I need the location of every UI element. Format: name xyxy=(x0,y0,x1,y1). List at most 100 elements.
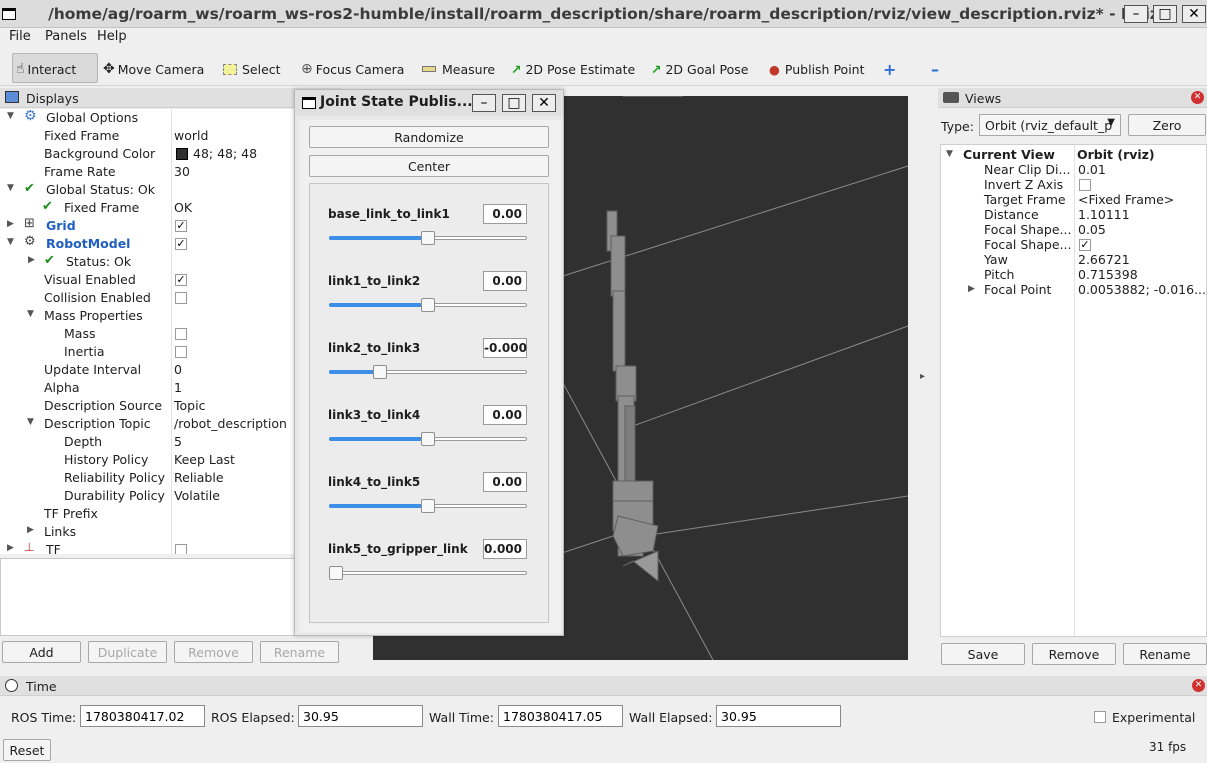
tree-row-value[interactable]: Topic xyxy=(174,398,205,413)
move-camera-tool[interactable]: ✥ Move Camera xyxy=(103,60,204,78)
goal-pose-tool[interactable]: ↗ 2D Goal Pose xyxy=(651,60,748,78)
jsp-close-button[interactable]: ✕ xyxy=(532,94,556,112)
joint-value-field[interactable]: 0.000 xyxy=(483,539,527,559)
expand-arrow-icon[interactable]: ▶ xyxy=(7,543,14,553)
duplicate-display-button[interactable]: Duplicate xyxy=(88,641,167,663)
tree-row-checkbox[interactable]: ✓ xyxy=(175,274,187,286)
jsp-minimize-button[interactable]: – xyxy=(472,94,496,112)
joint-value-field[interactable]: 0.00 xyxy=(483,271,527,291)
expand-arrow-icon[interactable]: ▶ xyxy=(27,525,34,535)
view-prop-row[interactable]: Focal Shape... 0.05 xyxy=(941,222,1206,237)
wall-time-field[interactable] xyxy=(498,705,623,727)
expand-arrow-icon[interactable]: ▶ xyxy=(968,284,975,294)
center-button[interactable]: Center xyxy=(309,155,549,177)
tree-row[interactable]: Background Color 48; 48; 48 xyxy=(0,145,296,163)
joint-value-field[interactable]: 0.00 xyxy=(483,204,527,224)
tree-row-checkbox[interactable]: ✓ xyxy=(175,220,187,232)
focus-camera-tool[interactable]: ⊕ Focus Camera xyxy=(301,60,404,78)
tree-row-value[interactable]: Reliable xyxy=(174,470,224,485)
tree-row-checkbox[interactable] xyxy=(175,346,187,358)
wall-elapsed-field[interactable] xyxy=(716,705,841,727)
view-prop-value[interactable]: 0.0053882; -0.016... xyxy=(1078,282,1206,297)
zero-button[interactable]: Zero xyxy=(1128,114,1206,136)
joint-value-field[interactable]: 0.00 xyxy=(483,405,527,425)
tree-row-value[interactable]: 5 xyxy=(174,434,182,449)
joint-value-field[interactable]: -0.000 xyxy=(483,338,527,358)
tree-row[interactable]: Visual Enabled ✓ xyxy=(0,271,296,289)
rename-display-button[interactable]: Rename xyxy=(260,641,339,663)
tree-row[interactable]: ▼ Mass Properties xyxy=(0,307,296,325)
tree-row-value[interactable]: 48; 48; 48 xyxy=(193,146,257,161)
view-prop-value[interactable]: 0.05 xyxy=(1078,222,1206,237)
experimental-checkbox[interactable] xyxy=(1094,711,1106,723)
ros-elapsed-field[interactable] xyxy=(298,705,423,727)
view-prop-checkbox[interactable] xyxy=(1079,179,1091,191)
view-prop-value[interactable]: 0.715398 xyxy=(1078,267,1206,282)
view-prop-row[interactable]: Invert Z Axis xyxy=(941,177,1206,192)
views-close-icon[interactable]: ✕ xyxy=(1191,91,1204,104)
menu-panels[interactable]: Panels xyxy=(45,29,87,44)
tree-row[interactable]: ▶ Links xyxy=(0,523,296,541)
tree-row-value[interactable]: Keep Last xyxy=(174,452,235,467)
tree-row-checkbox[interactable] xyxy=(175,328,187,340)
randomize-button[interactable]: Randomize xyxy=(309,126,549,148)
tree-row[interactable]: Alpha 1 xyxy=(0,379,296,397)
joint-slider-handle[interactable] xyxy=(421,499,435,513)
tree-row-checkbox[interactable] xyxy=(175,544,187,554)
tree-row[interactable]: ▼ ⚙ Global Options xyxy=(0,109,296,127)
tree-row-checkbox[interactable]: ✓ xyxy=(175,238,187,250)
jsp-maximize-button[interactable]: □ xyxy=(502,94,526,112)
time-close-icon[interactable]: ✕ xyxy=(1192,679,1205,692)
view-type-select[interactable]: Orbit (rviz_default_p ▼ xyxy=(979,114,1121,136)
view-prop-checkbox[interactable]: ✓ xyxy=(1079,239,1091,251)
tree-row[interactable]: ▶ ⊞ Grid ✓ xyxy=(0,216,296,235)
expand-arrow-icon[interactable]: ▼ xyxy=(946,149,953,159)
joint-slider-track[interactable] xyxy=(329,571,527,575)
tree-row[interactable]: TF Prefix xyxy=(0,505,296,523)
tree-row[interactable]: ✔ Fixed Frame OK xyxy=(0,199,296,217)
tree-row[interactable]: Fixed Frame world xyxy=(0,127,296,145)
tree-row[interactable]: Depth 5 xyxy=(0,433,296,451)
tree-row[interactable]: Mass xyxy=(0,325,296,343)
joint-slider-handle[interactable] xyxy=(421,231,435,245)
collapse-arrow-icon[interactable]: ▼ xyxy=(27,417,34,427)
maximize-button[interactable]: □ xyxy=(1153,5,1177,23)
collapse-arrow-icon[interactable]: ▼ xyxy=(7,183,14,193)
tree-row[interactable]: ▶ ✔ Status: Ok xyxy=(0,253,296,271)
close-button[interactable]: ✕ xyxy=(1182,5,1206,23)
tree-row[interactable]: Update Interval 0 xyxy=(0,361,296,379)
view-prop-row[interactable]: Yaw 2.66721 xyxy=(941,252,1206,267)
minimize-button[interactable]: – xyxy=(1124,5,1148,23)
tree-row[interactable]: Inertia xyxy=(0,343,296,361)
collapse-right-arrow-icon[interactable]: ▸ xyxy=(920,371,925,382)
tree-row[interactable]: History Policy Keep Last xyxy=(0,451,296,469)
menu-help[interactable]: Help xyxy=(97,29,127,44)
collapse-arrow-icon[interactable]: ▼ xyxy=(27,309,34,319)
view-prop-row[interactable]: Focal Shape... ✓ xyxy=(941,237,1206,252)
view-prop-row[interactable]: ▶ Focal Point 0.0053882; -0.016... xyxy=(941,282,1206,297)
tree-row-checkbox[interactable] xyxy=(175,292,187,304)
tree-row-value[interactable]: 30 xyxy=(174,164,190,179)
tree-row[interactable]: Reliability Policy Reliable xyxy=(0,469,296,487)
view-prop-value[interactable]: 1.10111 xyxy=(1078,207,1206,222)
view-prop-value[interactable]: 0.01 xyxy=(1078,162,1206,177)
tree-row[interactable]: Collision Enabled xyxy=(0,289,296,307)
tree-row-value[interactable]: /robot_description xyxy=(174,416,287,431)
joint-slider-handle[interactable] xyxy=(373,365,387,379)
joint-slider-handle[interactable] xyxy=(421,298,435,312)
joint-slider-handle[interactable] xyxy=(329,566,343,580)
view-prop-value[interactable]: <Fixed Frame> xyxy=(1078,192,1206,207)
tree-row[interactable]: ▼ ✔ Global Status: Ok xyxy=(0,181,296,199)
tree-row-value[interactable]: world xyxy=(174,128,208,143)
remove-tool-minus-icon[interactable]: – xyxy=(931,60,939,79)
rename-view-button[interactable]: Rename xyxy=(1123,643,1207,665)
tree-row-value[interactable]: Volatile xyxy=(174,488,220,503)
add-tool-plus-icon[interactable]: + xyxy=(883,60,896,79)
remove-display-button[interactable]: Remove xyxy=(174,641,253,663)
view-prop-row[interactable]: Pitch 0.715398 xyxy=(941,267,1206,282)
collapse-arrow-icon[interactable]: ▼ xyxy=(7,111,14,121)
expand-arrow-icon[interactable]: ▶ xyxy=(28,255,35,265)
tree-row[interactable]: Description Source Topic xyxy=(0,397,296,415)
tree-row[interactable]: ▼ Description Topic/robot_description xyxy=(0,415,296,433)
collapse-arrow-icon[interactable]: ▼ xyxy=(7,237,14,247)
